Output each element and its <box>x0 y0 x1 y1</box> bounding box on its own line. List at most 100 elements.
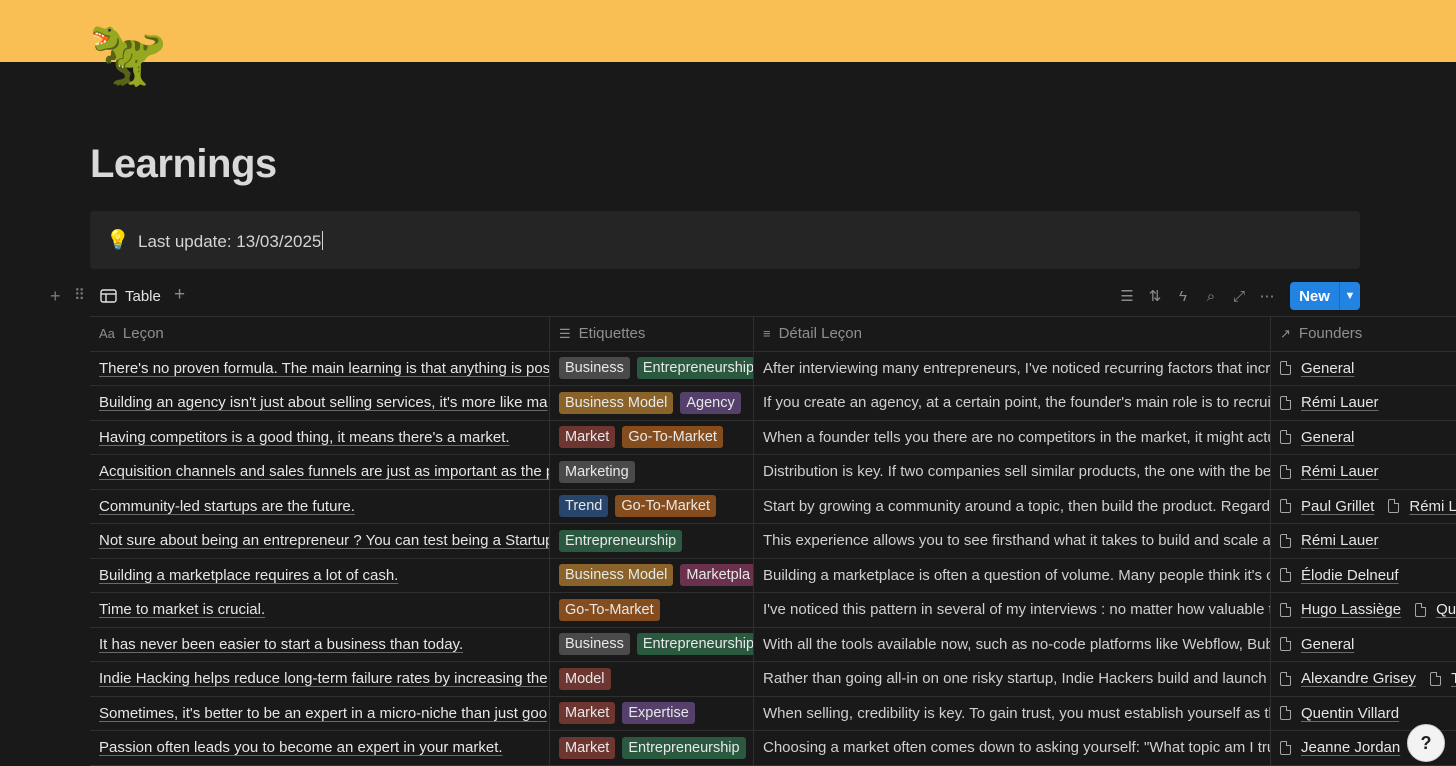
column-header-lecon[interactable]: Aa Leçon <box>90 317 550 351</box>
detail-cell[interactable]: When selling, credibility is key. To gai… <box>754 696 1271 730</box>
lecon-cell[interactable]: There's no proven formula. The main lear… <box>90 351 550 385</box>
table-row[interactable]: Acquisition channels and sales funnels a… <box>90 455 1456 490</box>
detail-cell[interactable]: After interviewing many entrepreneurs, I… <box>754 351 1271 385</box>
table-row[interactable]: There's no proven formula. The main lear… <box>90 351 1456 386</box>
page-cover[interactable] <box>0 0 1456 62</box>
lecon-cell[interactable]: Having competitors is a good thing, it m… <box>90 420 550 454</box>
lightbulb-icon[interactable]: 💡 <box>106 228 130 251</box>
founder-link[interactable]: Rémi Lauer <box>1280 532 1379 549</box>
lecon-title[interactable]: Not sure about being an entrepreneur ? Y… <box>99 532 549 549</box>
help-button[interactable]: ? <box>1407 724 1445 762</box>
lecon-title[interactable]: Sometimes, it's better to be an expert i… <box>99 705 547 722</box>
lecon-title[interactable]: Community-led startups are the future. <box>99 498 355 515</box>
add-view-icon[interactable]: + <box>174 284 185 306</box>
lecon-cell[interactable]: Indie Hacking helps reduce long-term fai… <box>90 662 550 696</box>
founders-cell[interactable]: General <box>1271 421 1456 455</box>
table-row[interactable]: Passion often leads you to become an exp… <box>90 731 1456 766</box>
etiquettes-cell[interactable]: Entrepreneurship <box>550 524 754 558</box>
detail-cell[interactable]: With all the tools available now, such a… <box>754 627 1271 661</box>
founder-name[interactable]: Quentin Villard <box>1301 705 1399 722</box>
founder-name[interactable]: Qu <box>1436 601 1456 618</box>
founder-link[interactable]: Alexandre Grisey <box>1280 670 1416 687</box>
founder-link[interactable]: Rémi La <box>1388 498 1456 515</box>
callout-block[interactable]: 💡 Last update: 13/03/2025 <box>90 211 1360 269</box>
new-button-label[interactable]: New <box>1290 282 1339 310</box>
table-row[interactable]: Having competitors is a good thing, it m… <box>90 420 1456 455</box>
chevron-down-icon[interactable]: ▼ <box>1339 282 1360 310</box>
etiquettes-cell[interactable]: Business Entrepreneurship <box>550 627 754 661</box>
drag-handle-icon[interactable]: ⠿ <box>74 286 85 304</box>
etiquettes-cell[interactable]: Go-To-Market <box>550 593 754 627</box>
lecon-title[interactable]: Passion often leads you to become an exp… <box>99 739 503 756</box>
founders-cell[interactable]: Rémi Lauer <box>1271 386 1456 420</box>
table-row[interactable]: Not sure about being an entrepreneur ? Y… <box>90 524 1456 559</box>
etiquettes-cell[interactable]: Market Go-To-Market <box>550 420 754 454</box>
founder-name[interactable]: General <box>1301 636 1354 653</box>
lecon-cell[interactable]: Building a marketplace requires a lot of… <box>90 558 550 592</box>
callout-text-value[interactable]: Last update: 13/03/2025 <box>138 232 321 251</box>
founder-name[interactable]: Élodie Delneuf <box>1301 567 1399 584</box>
etiquettes-cell[interactable]: Business Model Marketpla <box>550 558 754 592</box>
founder-link[interactable]: Rémi Lauer <box>1280 463 1379 480</box>
table-row[interactable]: Community-led startups are the future. Tr… <box>90 489 1456 524</box>
detail-cell[interactable]: Building a marketplace is often a questi… <box>754 558 1271 592</box>
column-header-founders[interactable]: ↗ Founders <box>1271 317 1456 351</box>
founder-link[interactable]: Jeanne Jordan <box>1280 739 1400 756</box>
lecon-cell[interactable]: It has never been easier to start a busi… <box>90 627 550 661</box>
column-header-etiquettes[interactable]: ☰ Etiquettes <box>550 317 754 351</box>
founders-cell[interactable]: Hugo Lassiège Qu <box>1271 593 1456 627</box>
table-row[interactable]: Building an agency isn't just about sell… <box>90 386 1456 421</box>
expand-icon[interactable]: ⤢ <box>1230 286 1248 306</box>
founder-link[interactable]: Rémi Lauer <box>1280 394 1379 411</box>
lecon-cell[interactable]: Not sure about being an entrepreneur ? Y… <box>90 524 550 558</box>
callout-text[interactable]: Last update: 13/03/2025 <box>138 231 324 252</box>
etiquettes-cell[interactable]: Marketing <box>550 455 754 489</box>
lecon-cell[interactable]: Building an agency isn't just about sell… <box>90 386 550 420</box>
founder-name[interactable]: Rémi Lauer <box>1301 463 1379 480</box>
lecon-cell[interactable]: Community-led startups are the future. <box>90 489 550 523</box>
lecon-title[interactable]: Having competitors is a good thing, it m… <box>99 429 510 446</box>
lecon-title[interactable]: There's no proven formula. The main lear… <box>99 360 549 377</box>
founder-link[interactable]: Qu <box>1415 601 1456 618</box>
automation-icon[interactable]: ϟ <box>1174 286 1192 306</box>
founders-cell[interactable]: Élodie Delneuf <box>1271 559 1456 593</box>
lecon-title[interactable]: Building a marketplace requires a lot of… <box>99 567 398 584</box>
detail-cell[interactable]: Choosing a market often comes down to as… <box>754 731 1271 765</box>
table-row[interactable]: Sometimes, it's better to be an expert i… <box>90 696 1456 731</box>
new-button[interactable]: New ▼ <box>1290 282 1360 310</box>
tab-table-view[interactable]: Table <box>100 285 161 307</box>
founder-link[interactable]: T <box>1430 670 1456 687</box>
t-rex-icon[interactable]: 🦖 <box>88 22 168 86</box>
founder-name[interactable]: Paul Grillet <box>1301 498 1374 515</box>
etiquettes-cell[interactable]: Model <box>550 662 754 696</box>
founder-link[interactable]: Élodie Delneuf <box>1280 567 1399 584</box>
filter-icon[interactable]: ☰ <box>1118 286 1136 306</box>
page-title[interactable]: Learnings <box>90 142 277 187</box>
founder-name[interactable]: T <box>1451 670 1456 687</box>
detail-cell[interactable]: Rather than going all-in on one risky st… <box>754 662 1271 696</box>
founder-link[interactable]: Paul Grillet <box>1280 498 1374 515</box>
detail-cell[interactable]: When a founder tells you there are no co… <box>754 420 1271 454</box>
founders-cell[interactable]: Rémi Lauer <box>1271 455 1456 489</box>
founder-name[interactable]: Hugo Lassiège <box>1301 601 1401 618</box>
founders-cell[interactable]: Alexandre Grisey T <box>1271 662 1456 696</box>
lecon-cell[interactable]: Time to market is crucial. <box>90 593 550 627</box>
detail-cell[interactable]: I've noticed this pattern in several of … <box>754 593 1271 627</box>
etiquettes-cell[interactable]: Trend Go-To-Market <box>550 489 754 523</box>
founders-cell[interactable]: General <box>1271 352 1456 386</box>
lecon-title[interactable]: It has never been easier to start a busi… <box>99 636 463 653</box>
lecon-cell[interactable]: Sometimes, it's better to be an expert i… <box>90 696 550 730</box>
lecon-cell[interactable]: Acquisition channels and sales funnels a… <box>90 455 550 489</box>
column-header-detail[interactable]: ≡ Détail Leçon <box>754 317 1271 351</box>
founder-link[interactable]: General <box>1280 636 1354 653</box>
add-block-icon[interactable]: + <box>50 286 61 307</box>
table-row[interactable]: Time to market is crucial. Go-To-Market I'… <box>90 593 1456 628</box>
founder-link[interactable]: Hugo Lassiège <box>1280 601 1401 618</box>
founder-link[interactable]: Quentin Villard <box>1280 705 1399 722</box>
founder-name[interactable]: Alexandre Grisey <box>1301 670 1416 687</box>
lecon-title[interactable]: Building an agency isn't just about sell… <box>99 394 547 411</box>
founder-name[interactable]: Rémi Lauer <box>1301 532 1379 549</box>
etiquettes-cell[interactable]: Business Model Agency <box>550 386 754 420</box>
founder-name[interactable]: General <box>1301 360 1354 377</box>
founder-name[interactable]: General <box>1301 429 1354 446</box>
